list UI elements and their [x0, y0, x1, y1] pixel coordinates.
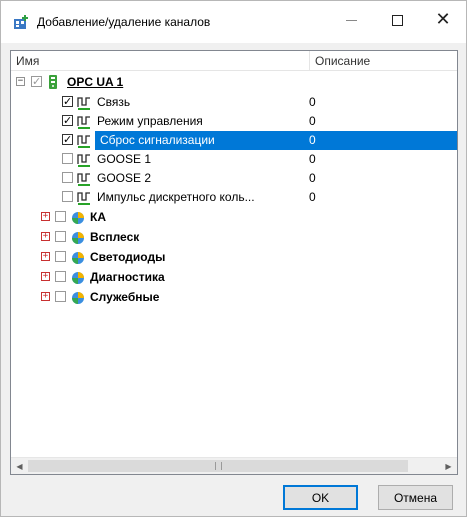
column-divider[interactable] [309, 51, 310, 71]
root-checkbox[interactable]: ✓ [31, 76, 42, 87]
channel-label: GOOSE 1 [97, 152, 152, 166]
server-icon [49, 75, 57, 89]
group-row[interactable]: + Всплеск [11, 228, 457, 247]
signal-icon [77, 97, 90, 110]
channel-label: GOOSE 2 [97, 171, 152, 185]
group-row[interactable]: + Служебные [11, 288, 457, 307]
channel-value: 0 [309, 133, 316, 147]
group-checkbox[interactable] [55, 231, 66, 242]
group-label: Светодиоды [90, 250, 166, 264]
signal-icon [77, 192, 90, 205]
group-globe-icon [72, 252, 84, 264]
maximize-button[interactable] [374, 1, 420, 39]
column-header-description[interactable]: Описание [315, 54, 370, 68]
tree-root-row[interactable]: − ✓ OPC UA 1 [11, 73, 457, 92]
group-checkbox[interactable] [55, 251, 66, 262]
maximize-icon [391, 14, 403, 26]
channel-checkbox[interactable] [62, 191, 73, 202]
signal-icon [77, 154, 90, 167]
group-globe-icon [72, 212, 84, 224]
group-row[interactable]: + КА [11, 208, 457, 227]
expand-toggle[interactable]: + [41, 252, 50, 261]
group-label: Всплеск [90, 230, 140, 244]
column-header-name[interactable]: Имя [16, 54, 39, 68]
scrollbar-thumb[interactable] [28, 460, 408, 472]
channel-checkbox[interactable]: ✓ [62, 115, 73, 126]
scroll-right-arrow-icon[interactable]: ▶ [440, 458, 457, 474]
group-row[interactable]: + Светодиоды [11, 248, 457, 267]
channel-checkbox[interactable]: ✓ [62, 96, 73, 107]
channel-checkbox[interactable] [62, 153, 73, 164]
channel-row[interactable]: GOOSE 2 0 [11, 169, 457, 188]
group-checkbox[interactable] [55, 271, 66, 282]
signal-icon [77, 135, 90, 148]
channel-value: 0 [309, 171, 316, 185]
expand-toggle[interactable]: + [41, 232, 50, 241]
group-label: КА [90, 210, 106, 224]
channel-row[interactable]: ✓ Режим управления 0 [11, 112, 457, 131]
expand-toggle[interactable]: + [41, 272, 50, 281]
title-bar[interactable]: Добавление/удаление каналов ✕ [1, 1, 466, 43]
close-button[interactable]: ✕ [420, 1, 466, 39]
channel-row[interactable]: GOOSE 1 0 [11, 150, 457, 169]
close-icon: ✕ [435, 9, 451, 30]
channel-label: Сброс сигнализации [100, 133, 215, 147]
channel-row[interactable]: ✓ Связь 0 [11, 93, 457, 112]
minimize-button[interactable] [328, 1, 374, 39]
channel-value: 0 [309, 95, 316, 109]
horizontal-scrollbar[interactable]: ◀ ▶ [11, 457, 457, 474]
channel-tree-list[interactable]: Имя Описание − ✓ OPC UA 1 ✓ Связь 0 ✓ Ре… [10, 50, 458, 475]
ok-button[interactable]: OK [283, 485, 358, 510]
channel-label: Режим управления [97, 114, 203, 128]
add-channels-icon [14, 15, 28, 29]
dialog-window: Добавление/удаление каналов ✕ Имя Описан… [0, 0, 467, 517]
channel-value: 0 [309, 152, 316, 166]
column-header: Имя Описание [11, 51, 457, 71]
minimize-icon [345, 19, 357, 21]
channel-checkbox[interactable]: ✓ [62, 134, 73, 145]
channel-row-selected[interactable]: ✓ Сброс сигнализации 0 [11, 131, 457, 150]
group-checkbox[interactable] [55, 211, 66, 222]
cancel-button[interactable]: Отмена [378, 485, 453, 510]
channel-label: Связь [97, 95, 131, 109]
group-globe-icon [72, 232, 84, 244]
channel-checkbox[interactable] [62, 172, 73, 183]
channel-label: Импульс дискретного коль... [97, 190, 255, 204]
scroll-left-arrow-icon[interactable]: ◀ [11, 458, 28, 474]
expand-toggle[interactable]: + [41, 212, 50, 221]
channel-value: 0 [309, 190, 316, 204]
tree-root-label: OPC UA 1 [67, 75, 124, 89]
group-label: Диагностика [90, 270, 165, 284]
grip-icon [214, 462, 222, 470]
window-title: Добавление/удаление каналов [37, 15, 211, 29]
expand-toggle[interactable]: + [41, 292, 50, 301]
group-row[interactable]: + Диагностика [11, 268, 457, 287]
group-checkbox[interactable] [55, 291, 66, 302]
collapse-toggle[interactable]: − [16, 77, 25, 86]
signal-icon [77, 173, 90, 186]
signal-icon [77, 116, 90, 129]
group-globe-icon [72, 272, 84, 284]
group-globe-icon [72, 292, 84, 304]
channel-value: 0 [309, 114, 316, 128]
group-label: Служебные [90, 290, 160, 304]
channel-row[interactable]: Импульс дискретного коль... 0 [11, 188, 457, 207]
